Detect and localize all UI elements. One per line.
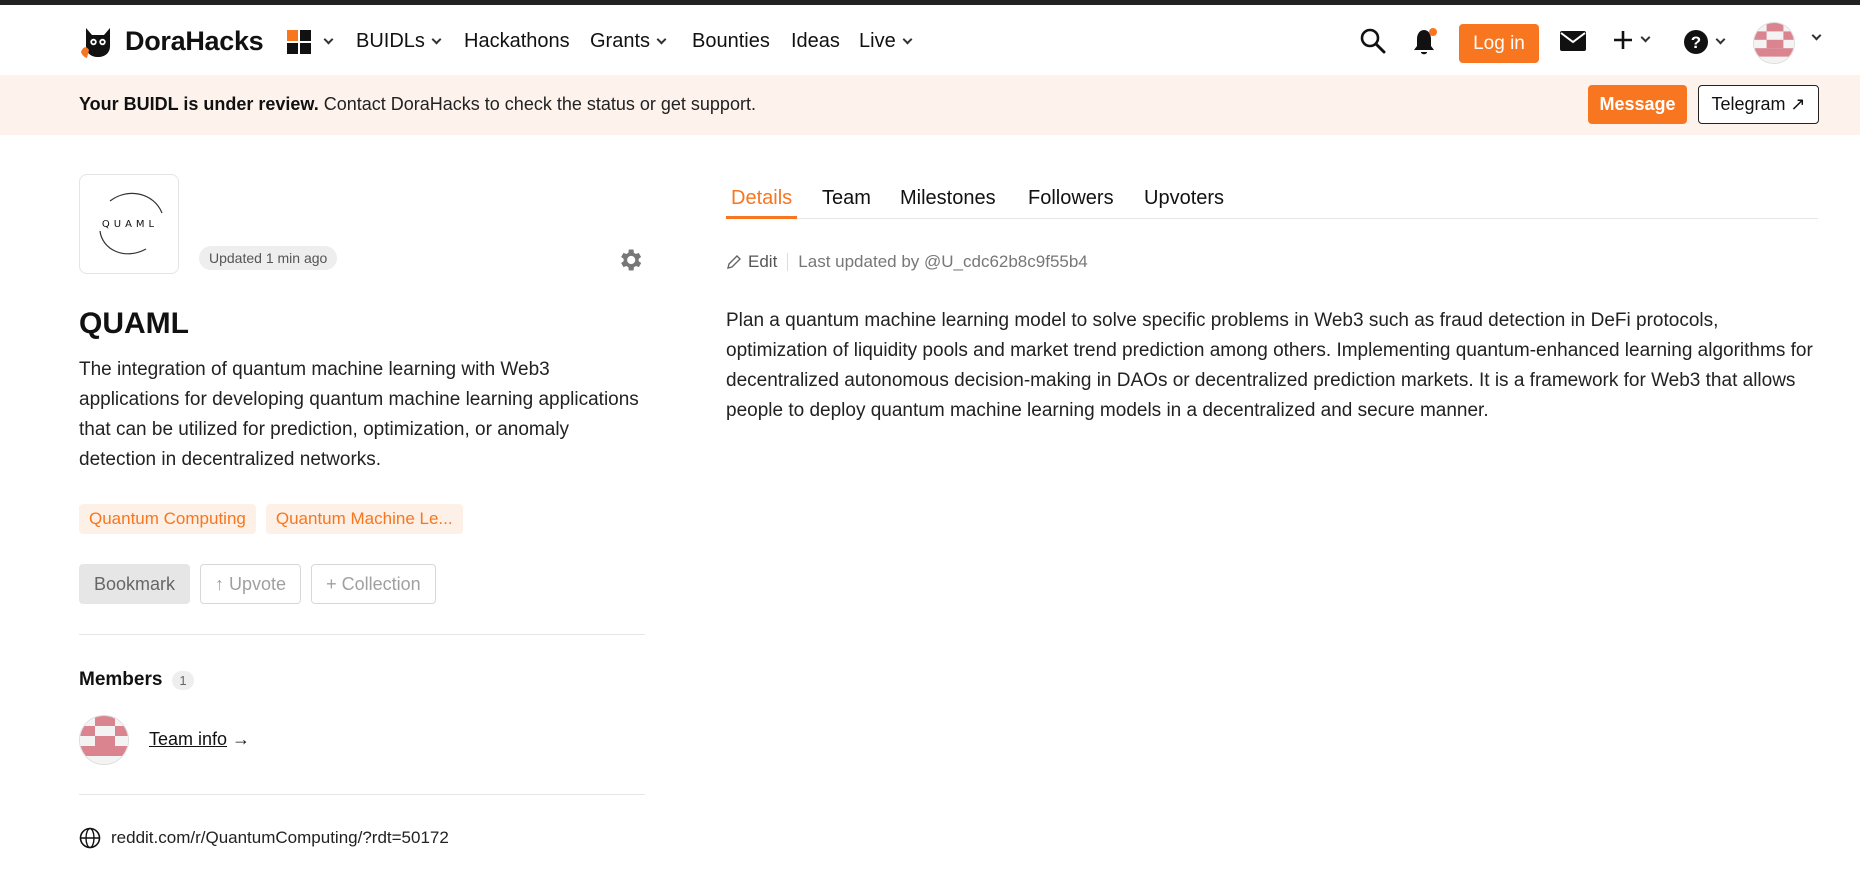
chevron-down-icon [431, 34, 442, 44]
telegram-button[interactable]: Telegram ↗ [1698, 85, 1819, 124]
arrow-right-icon: → [227, 729, 251, 749]
identicon-icon [80, 716, 128, 764]
tab-details[interactable]: Details [731, 187, 792, 210]
member-avatar[interactable] [79, 715, 129, 765]
apps-grid-icon [287, 30, 311, 54]
last-updated-text: Last updated by @U_cdc62b8c9f55b4 [798, 252, 1088, 271]
banner-message: Your BUIDL is under review. Contact Dora… [79, 94, 756, 115]
plus-icon [1614, 31, 1632, 49]
nav-grants-label: Grants [590, 30, 651, 52]
chevron-down-icon [902, 34, 913, 44]
chevron-down-icon [656, 34, 667, 44]
tag-quantum-computing[interactable]: Quantum Computing [79, 504, 256, 534]
mail-icon[interactable] [1559, 30, 1587, 52]
tab-milestones[interactable]: Milestones [900, 187, 996, 210]
tag-quantum-machine-learning[interactable]: Quantum Machine Le... [265, 504, 463, 534]
divider [79, 634, 645, 635]
tab-team[interactable]: Team [822, 187, 871, 210]
banner-text: Contact DoraHacks to check the status or… [318, 94, 756, 114]
details-body: Plan a quantum machine learning model to… [726, 310, 1813, 421]
members-heading: Members 1 [79, 669, 194, 691]
bell-icon[interactable] [1412, 27, 1438, 57]
project-tags: Quantum Computing Quantum Machine Le... [79, 504, 463, 534]
project-description: The integration of quantum machine learn… [79, 359, 639, 470]
review-banner: Your BUIDL is under review. Contact Dora… [0, 75, 1860, 135]
project-title: QUAML [79, 307, 189, 340]
updated-badge: Updated 1 min ago [199, 246, 338, 270]
project-actions: Bookmark ↑ Upvote + Collection [79, 564, 436, 604]
svg-text:?: ? [1691, 33, 1701, 52]
nav-ideas[interactable]: Ideas [791, 30, 840, 53]
login-button[interactable]: Log in [1459, 24, 1539, 63]
project-link-text: reddit.com/r/QuantumComputing/?rdt=50172 [111, 828, 449, 847]
pencil-icon [727, 255, 741, 269]
nav-hackathons[interactable]: Hackathons [464, 30, 570, 53]
brand-logo[interactable]: DoraHacks [79, 22, 264, 60]
create-menu-button[interactable] [1612, 29, 1651, 51]
divider [79, 794, 645, 795]
project-logo-image: QUAML [99, 192, 163, 255]
tab-followers[interactable]: Followers [1028, 187, 1114, 210]
edit-button[interactable]: Edit [726, 252, 777, 272]
nav-bounties[interactable]: Bounties [692, 30, 770, 53]
nav-buidls[interactable]: BUIDLs [356, 30, 442, 53]
banner-bold-text: Your BUIDL is under review. [79, 94, 319, 114]
chevron-down-icon[interactable] [1811, 30, 1822, 41]
help-icon: ? [1684, 30, 1708, 54]
chevron-down-icon [1715, 34, 1726, 45]
nav-ideas-label: Ideas [791, 30, 840, 52]
nav-live[interactable]: Live [859, 30, 913, 53]
nav-buidls-label: BUIDLs [356, 30, 425, 52]
separator [787, 253, 789, 271]
chevron-down-icon [323, 34, 334, 45]
gear-icon[interactable] [616, 246, 644, 274]
active-tab-indicator [726, 216, 797, 219]
edit-label: Edit [748, 252, 778, 271]
tab-upvoters[interactable]: Upvoters [1144, 187, 1224, 210]
upvote-button[interactable]: ↑ Upvote [200, 564, 302, 604]
bookmark-button[interactable]: Bookmark [79, 564, 191, 604]
identicon-icon [1754, 23, 1794, 63]
add-collection-button[interactable]: + Collection [311, 564, 436, 604]
team-info-link[interactable]: Team info → [149, 729, 250, 750]
brand-name: DoraHacks [125, 25, 264, 56]
globe-icon [79, 827, 101, 849]
members-label: Members [79, 669, 163, 690]
team-info-label: Team info [149, 729, 228, 749]
nav-hackathons-label: Hackathons [464, 30, 570, 52]
project-link[interactable]: reddit.com/r/QuantumComputing/?rdt=50172 [79, 827, 449, 849]
apps-menu-button[interactable] [287, 30, 334, 54]
nav-live-label: Live [859, 30, 896, 52]
message-button[interactable]: Message [1588, 85, 1687, 124]
search-icon[interactable] [1360, 27, 1386, 55]
user-avatar[interactable] [1753, 22, 1795, 64]
members-count-badge: 1 [172, 670, 194, 690]
dorahacks-logo-icon [81, 28, 110, 58]
edit-row: Edit Last updated by @U_cdc62b8c9f55b4 [726, 252, 1088, 272]
chevron-down-icon [1640, 32, 1651, 43]
project-logo: QUAML [79, 174, 179, 274]
svg-text:QUAML: QUAML [102, 219, 158, 230]
nav-grants[interactable]: Grants [590, 30, 667, 53]
help-menu-button[interactable]: ? [1683, 29, 1726, 55]
project-tabs: Details Team Milestones Followers Upvote… [726, 183, 1818, 219]
top-navbar: DoraHacks BUIDLs Hackathons Grants Bount… [0, 5, 1860, 75]
nav-bounties-label: Bounties [692, 30, 770, 52]
